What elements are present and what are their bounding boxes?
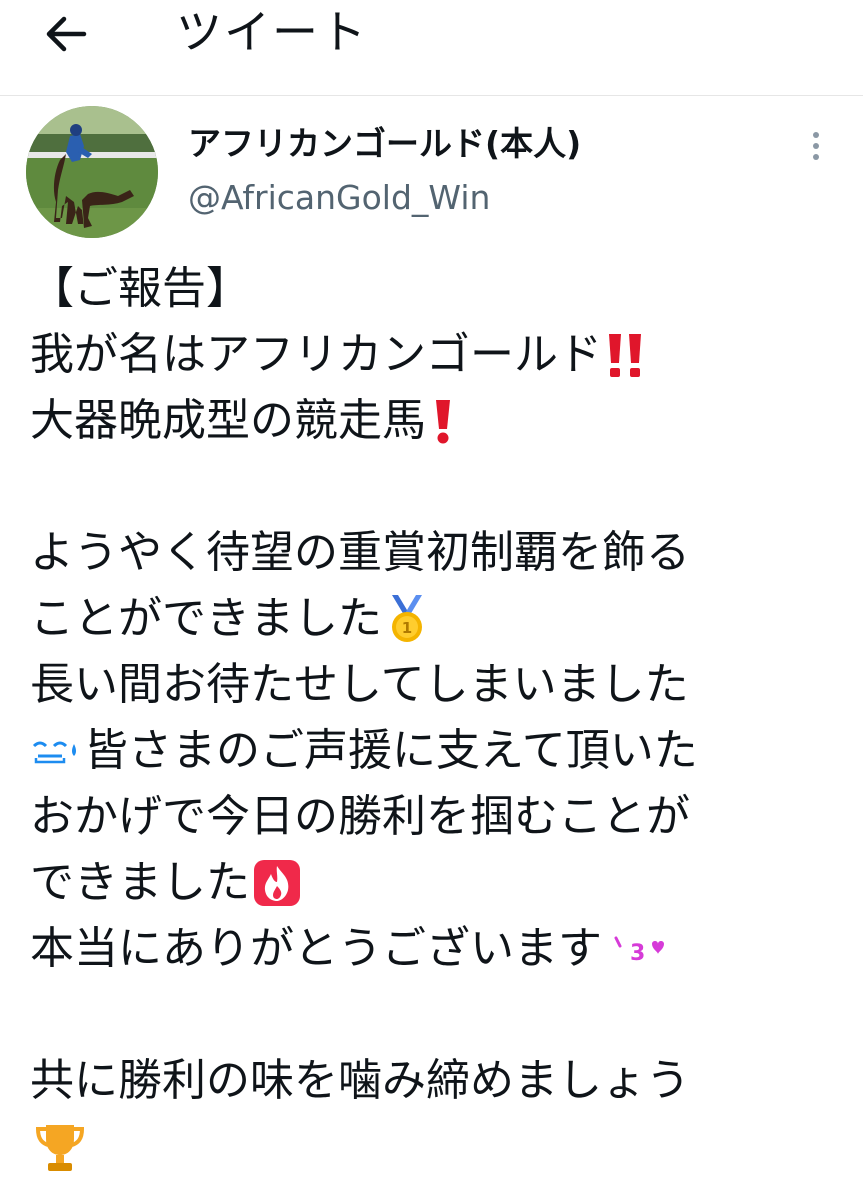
- tweet-line-text: おかげで今日の勝利を掴むことが: [30, 791, 690, 842]
- tweet-line-text: 我が名はアフリカンゴールド: [30, 329, 602, 380]
- author-handle[interactable]: @AfricanGold_Win: [188, 176, 490, 220]
- tweet-line: 共に勝利の味を噛み締めましょう: [30, 1048, 850, 1114]
- author-display-name[interactable]: アフリカンゴールド(本人): [188, 122, 581, 166]
- tweet-line: ことができました 1: [30, 586, 850, 652]
- gold-medal-icon: 1: [392, 595, 422, 642]
- top-bar: ツイート: [0, 0, 863, 96]
- page-title: ツイート: [176, 5, 368, 59]
- more-vertical-icon-dot: [813, 154, 819, 160]
- tweet-line-text: ようやく待望の重賞初制覇を飾る: [30, 527, 690, 578]
- arrow-left-icon: [46, 16, 87, 52]
- trophy-icon: [35, 1125, 85, 1171]
- tweet-line: 我が名はアフリカンゴールド: [30, 322, 850, 388]
- tweet-line: ようやく待望の重賞初制覇を飾る: [30, 520, 850, 586]
- tweet-line: 長い間お待たせしてしまいました: [30, 652, 850, 718]
- racehorse-photo-avatar: [26, 106, 158, 238]
- back-button[interactable]: [34, 6, 98, 62]
- tweet-line-text: できました: [30, 857, 250, 908]
- sweat-emoji-icon: [32, 741, 76, 764]
- more-vertical-icon: [813, 132, 819, 138]
- kissing-heart-icon: 3: [614, 936, 664, 966]
- tweet-line-text: 本当にありがとうございます: [30, 923, 602, 974]
- tweet-line-text: 大器晩成型の競走馬: [30, 395, 426, 446]
- tweet-line-text: 長い間お待たせしてしまいました: [30, 659, 689, 710]
- tweet-line-text: 皆さまのご声援に支えて頂いた: [84, 725, 698, 776]
- double-exclamation-icon: [609, 334, 641, 377]
- tweet-line-text: 共に勝利の味を噛み締めましょう: [30, 1055, 690, 1106]
- more-options-button[interactable]: [798, 122, 834, 170]
- exclamation-icon: [436, 400, 450, 444]
- tweet-line: おかげで今日の勝利を掴むことが: [30, 784, 850, 850]
- fire-icon: [254, 860, 300, 906]
- tweet-line: 本当にありがとうございます 3: [30, 916, 850, 982]
- svg-text:1: 1: [402, 619, 412, 637]
- tweet-text: 【ご報告】 我が名はアフリカンゴールド 大器晩成型の競走馬 ようやく待望の重賞初…: [30, 256, 850, 1180]
- tweet-line: [30, 1114, 850, 1180]
- tweet-line-text: ことができました: [30, 593, 382, 644]
- svg-text:3: 3: [630, 941, 645, 966]
- tweet-line: 【ご報告】: [30, 256, 850, 322]
- tweet-line-text: 【ご報告】: [30, 263, 250, 314]
- more-vertical-icon-dot: [813, 143, 819, 149]
- tweet-line: できました: [30, 850, 850, 916]
- avatar[interactable]: [26, 106, 158, 238]
- tweet-line: 大器晩成型の競走馬: [30, 388, 850, 454]
- tweet-line: 皆さまのご声援に支えて頂いた: [30, 718, 850, 784]
